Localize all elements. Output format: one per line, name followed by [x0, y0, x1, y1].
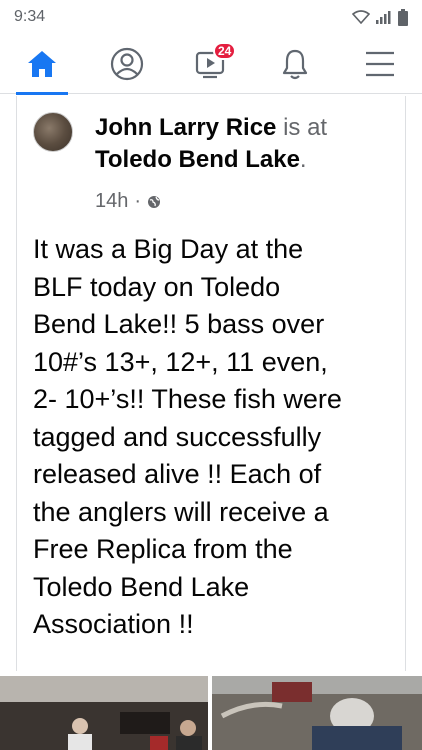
post-text-line: Free Replica from the: [33, 534, 293, 564]
nav-menu-tab[interactable]: [350, 34, 410, 94]
wifi-icon: [352, 10, 370, 24]
is-at-text: is at: [283, 114, 328, 141]
nav-home-tab[interactable]: [12, 34, 72, 95]
profile-icon: [110, 47, 143, 80]
photo-angler: [212, 676, 422, 750]
author-avatar[interactable]: [33, 112, 73, 152]
meta-separator: ·: [134, 190, 142, 212]
signal-icon: [376, 11, 391, 24]
post-body: It was a Big Day at the BLF today on Tol…: [33, 231, 393, 644]
post-card: John Larry Rice is at Toledo Bend Lake. …: [16, 96, 406, 671]
post-text-line: It was a Big Day at the: [33, 234, 304, 264]
location-link[interactable]: Toledo Bend Lake: [95, 146, 300, 173]
top-nav-bar: 24: [0, 34, 422, 95]
post-photo[interactable]: [0, 676, 208, 750]
post-photo[interactable]: [212, 676, 422, 750]
post-text-line: 10#’s 13+, 12+, 11 even,: [33, 346, 328, 377]
battery-icon: [398, 8, 408, 26]
post-text-line: Toledo Bend Lake: [33, 571, 250, 602]
globe-icon: [148, 195, 161, 208]
home-icon: [28, 50, 57, 77]
post-photos: [0, 676, 422, 750]
post-text-line: Association !!: [33, 609, 194, 639]
post-text-line: 2- 10+’s!! These fish were: [33, 384, 342, 414]
post-meta: 14h ·: [95, 190, 161, 213]
post-time[interactable]: 14h: [95, 190, 128, 213]
status-time: 9:34: [14, 8, 46, 25]
photo-people-boat: [0, 676, 208, 750]
location-suffix: .: [299, 146, 307, 173]
status-bar: 9:34: [0, 0, 422, 34]
author-line: John Larry Rice is at Toledo Bend Lake.: [95, 112, 395, 176]
post-text-line: the anglers will receive a: [33, 496, 329, 527]
post-text-line: BLF today on Toledo: [33, 271, 281, 302]
status-icons: [352, 8, 408, 26]
bell-icon: [283, 49, 308, 79]
menu-icon: [365, 51, 394, 76]
watch-badge: 24: [212, 41, 237, 60]
nav-watch-tab[interactable]: 24: [181, 34, 241, 94]
nav-profile-tab[interactable]: [97, 34, 157, 94]
author-name[interactable]: John Larry Rice: [95, 114, 276, 141]
post-text-line: tagged and successfully: [33, 421, 322, 452]
post-text-line: released alive !! Each of: [33, 459, 322, 489]
post-text-line: Bend Lake!! 5 bass over: [33, 309, 325, 339]
nav-notifications-tab[interactable]: [265, 34, 325, 94]
